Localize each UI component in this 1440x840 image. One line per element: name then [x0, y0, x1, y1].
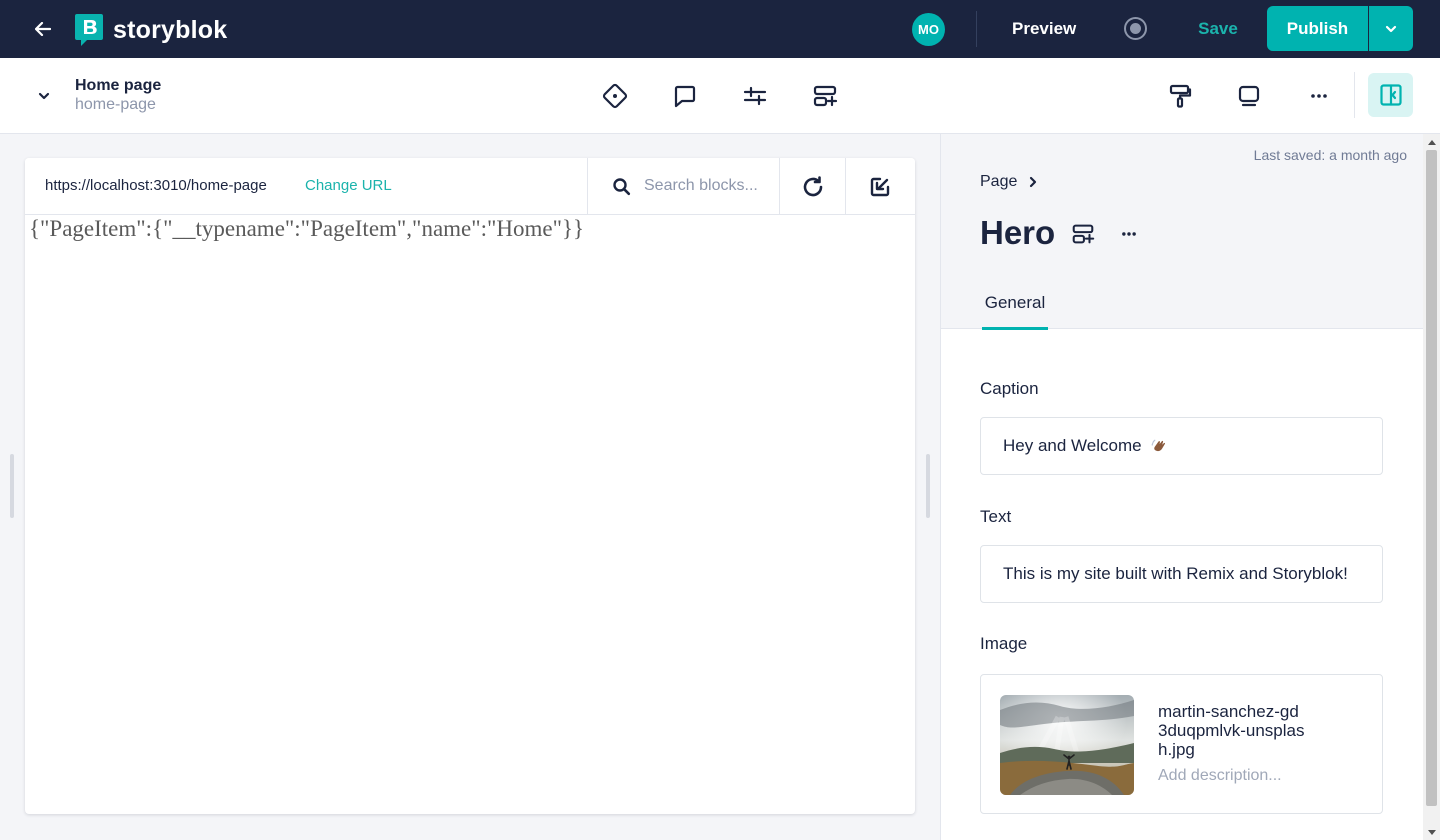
- refresh-icon[interactable]: [796, 170, 830, 204]
- component-icon[interactable]: [598, 79, 632, 113]
- block-more-options-icon[interactable]: [1115, 220, 1143, 248]
- preview-toggle-icon[interactable]: [1124, 17, 1147, 40]
- caption-label: Caption: [980, 379, 1039, 398]
- text-label: Text: [980, 507, 1012, 526]
- breadcrumb-page[interactable]: Page: [980, 173, 1017, 191]
- image-filename[interactable]: martin-sanchez-gd3duqpmlvk-unsplash.jpg: [1158, 702, 1308, 759]
- publish-options-chevron-icon[interactable]: [1369, 6, 1413, 51]
- url-bar-divider: [587, 158, 588, 215]
- breadcrumb[interactable]: Page: [980, 173, 1037, 191]
- panel-header: Last saved: a month ago Page Hero Genera…: [941, 134, 1425, 330]
- preview-url: https://localhost:3010/home-page: [45, 177, 267, 194]
- chevron-right-icon: [1030, 176, 1037, 188]
- url-bar-divider: [779, 158, 780, 215]
- back-arrow-icon[interactable]: [26, 14, 60, 44]
- caption-field[interactable]: Hey and Welcome: [980, 417, 1383, 475]
- image-label: Image: [980, 634, 1028, 653]
- left-resize-handle[interactable]: [10, 454, 14, 518]
- publish-button[interactable]: Publish: [1267, 6, 1368, 51]
- block-title: Hero: [980, 214, 1056, 251]
- preview-button[interactable]: Preview: [1012, 19, 1076, 39]
- image-description-input[interactable]: Add description...: [1158, 767, 1282, 785]
- storyblok-logo[interactable]: storyblok: [75, 14, 227, 47]
- add-block-icon[interactable]: [1069, 220, 1097, 248]
- scroll-up-arrow-icon[interactable]: [1426, 137, 1437, 147]
- comment-icon[interactable]: [668, 79, 702, 113]
- block-editor-panel: Last saved: a month ago Page Hero Genera…: [940, 134, 1440, 840]
- user-avatar[interactable]: MO: [912, 13, 945, 46]
- preview-json-output: {"PageItem":{"__typename":"PageItem","na…: [29, 216, 585, 241]
- open-external-icon[interactable]: [863, 170, 897, 204]
- sidebar-toggle-icon[interactable]: [1368, 73, 1413, 117]
- caption-value: Hey and Welcome: [1003, 436, 1142, 455]
- panel-scrollbar-thumb[interactable]: [1426, 150, 1437, 806]
- change-url-link[interactable]: Change URL: [305, 177, 392, 194]
- more-options-icon[interactable]: [1302, 79, 1336, 113]
- text-field[interactable]: This is my site built with Remix and Sto…: [980, 545, 1383, 603]
- image-asset-card: martin-sanchez-gd3duqpmlvk-unsplash.jpg …: [980, 674, 1383, 814]
- settings-sliders-icon[interactable]: [738, 79, 772, 113]
- topbar-divider: [976, 11, 977, 47]
- story-title: Home page: [75, 77, 162, 94]
- waving-hand-icon: [1151, 439, 1165, 452]
- last-saved-status: Last saved: a month ago: [1253, 147, 1407, 163]
- story-menu-chevron-icon[interactable]: [32, 84, 56, 108]
- search-icon: [612, 177, 632, 197]
- url-bar-divider: [845, 158, 846, 215]
- add-block-icon[interactable]: [808, 79, 842, 113]
- panel-resize-handle[interactable]: [926, 454, 930, 518]
- storyblok-logo-icon: [75, 14, 103, 47]
- text-value: This is my site built with Remix and Sto…: [1003, 564, 1348, 583]
- toolbar-divider: [1354, 72, 1355, 118]
- scroll-down-arrow-icon[interactable]: [1426, 827, 1437, 837]
- paint-roller-icon[interactable]: [1163, 79, 1197, 113]
- top-bar: storyblok MO Preview Save Publish: [0, 0, 1440, 58]
- image-thumbnail[interactable]: [1000, 695, 1134, 795]
- device-preview-icon[interactable]: [1232, 79, 1266, 113]
- story-toolbar: Home page home-page: [0, 58, 1440, 134]
- visual-preview-frame: https://localhost:3010/home-page Change …: [25, 158, 915, 814]
- tab-general[interactable]: General: [982, 293, 1048, 330]
- story-slug: home-page: [75, 96, 156, 113]
- brand-name: storyblok: [113, 16, 228, 44]
- save-button[interactable]: Save: [1188, 8, 1248, 50]
- url-bar: https://localhost:3010/home-page Change …: [25, 158, 915, 215]
- search-blocks-input[interactable]: [644, 174, 774, 198]
